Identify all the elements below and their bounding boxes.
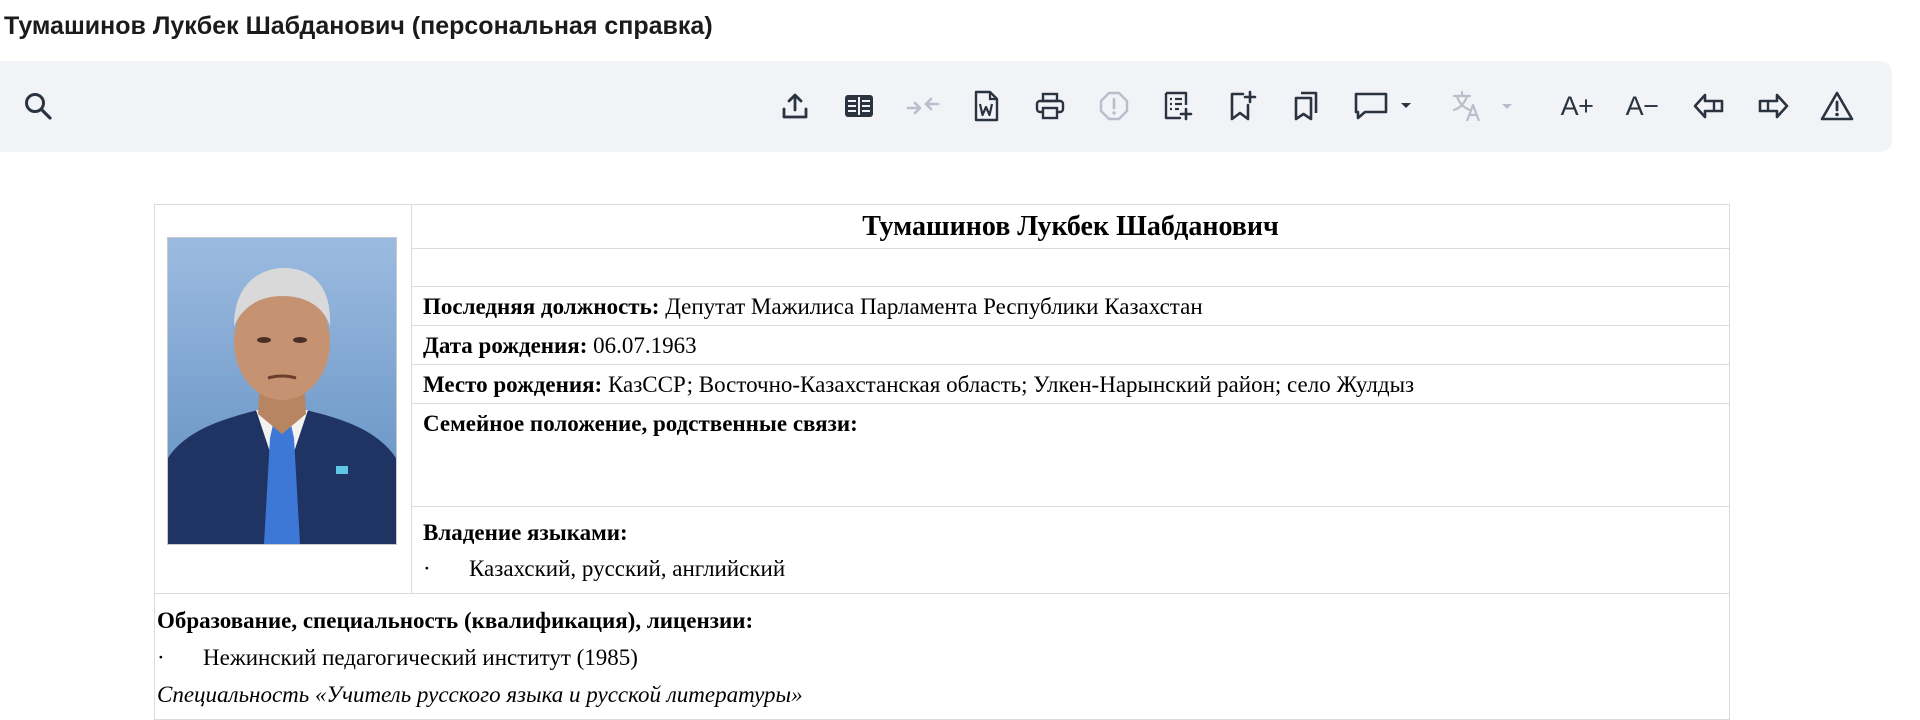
export-icon[interactable] xyxy=(775,85,815,127)
print-icon[interactable] xyxy=(1030,85,1070,127)
education-row: Образование, специальность (квалификация… xyxy=(154,593,1730,720)
bookmarks-icon[interactable] xyxy=(1286,85,1326,127)
birthplace-row: Место рождения: КазССР; Восточно-Казахст… xyxy=(411,364,1730,404)
languages-label: Владение языками: xyxy=(423,520,628,545)
person-name: Тумашинов Лукбек Шабданович xyxy=(411,204,1730,249)
empty-row xyxy=(411,248,1730,287)
bullet: · xyxy=(157,645,165,670)
toolbar: A+ A− xyxy=(0,61,1892,152)
font-decrease-button[interactable]: A− xyxy=(1620,85,1664,127)
collapse-icon[interactable] xyxy=(903,85,943,127)
profile-table: Тумашинов Лукбек Шабданович Последняя до… xyxy=(154,204,1730,720)
languages-value: Казахский, русский, английский xyxy=(469,556,786,581)
warning-octagon-icon[interactable] xyxy=(1094,85,1134,127)
forward-arrow-icon[interactable] xyxy=(1753,85,1793,127)
birthdate-label: Дата рождения: xyxy=(423,333,588,358)
education-item: Нежинский педагогический институт (1985) xyxy=(203,645,638,670)
portrait-photo xyxy=(167,237,397,545)
search-icon[interactable] xyxy=(18,85,58,127)
back-arrow-icon[interactable] xyxy=(1689,85,1729,127)
position-label: Последняя должность: xyxy=(423,294,660,319)
translate-icon[interactable] xyxy=(1450,85,1516,127)
position-row: Последняя должность: Депутат Мажилиса Па… xyxy=(411,286,1730,326)
birthdate-value: 06.07.1963 xyxy=(587,333,697,358)
family-label: Семейное положение, родственные связи: xyxy=(423,411,858,436)
birthplace-label: Место рождения: xyxy=(423,372,603,397)
family-row: Семейное положение, родственные связи: xyxy=(411,403,1730,507)
birthdate-row: Дата рождения: 06.07.1963 xyxy=(411,325,1730,365)
word-export-icon[interactable] xyxy=(966,85,1006,127)
font-increase-button[interactable]: A+ xyxy=(1555,85,1599,127)
education-label: Образование, специальность (квалификация… xyxy=(157,608,754,633)
bullet: · xyxy=(423,556,431,581)
birthplace-value: КазССР; Восточно-Казахстанская область; … xyxy=(602,372,1415,397)
add-note-icon[interactable] xyxy=(1158,85,1198,127)
photo-cell xyxy=(154,204,412,594)
reader-view-icon[interactable] xyxy=(839,85,879,127)
alert-triangle-icon[interactable] xyxy=(1817,85,1857,127)
comment-icon[interactable] xyxy=(1350,85,1418,127)
page-title: Тумашинов Лукбек Шабданович (персональна… xyxy=(4,12,713,40)
specialty-text: Специальность «Учитель русского языка и … xyxy=(157,682,803,707)
add-bookmark-icon[interactable] xyxy=(1222,85,1262,127)
languages-row: Владение языками: · Казахский, русский, а… xyxy=(411,506,1730,594)
position-value: Депутат Мажилиса Парламента Республики К… xyxy=(659,294,1203,319)
